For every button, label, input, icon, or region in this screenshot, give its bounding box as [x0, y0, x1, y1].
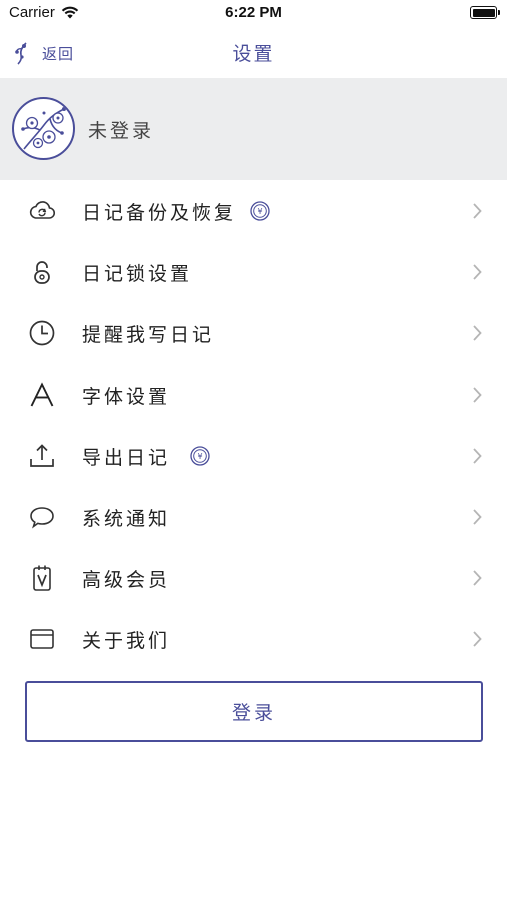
chevron-right-icon: [473, 325, 482, 341]
menu-item-backup-restore[interactable]: 日记备份及恢复 ¥: [0, 180, 507, 241]
chevron-right-icon: [473, 386, 482, 403]
menu-item-label: 日记备份及恢复: [82, 202, 237, 224]
premium-coin-icon: ¥: [250, 201, 270, 221]
menu-item-premium-membership[interactable]: 高级会员: [0, 547, 507, 608]
svg-text:¥: ¥: [197, 452, 202, 461]
premium-coin-icon: ¥: [190, 446, 210, 466]
nav-bar: 返回 设置: [0, 28, 507, 78]
clock-icon: [29, 321, 55, 346]
profile-section[interactable]: 未登录: [0, 78, 507, 180]
chevron-right-icon: [473, 448, 482, 464]
settings-menu: 日记备份及恢复 ¥ 日记锁设置 提醒我写日记 字体设置 导出日记 ¥ 系统通知 …: [0, 180, 507, 670]
chevron-right-icon: [473, 631, 482, 647]
menu-item-label: 系统通知: [82, 507, 171, 530]
font-icon: [30, 381, 54, 406]
menu-item-export[interactable]: 导出日记 ¥: [0, 425, 507, 486]
login-button[interactable]: 登录: [25, 681, 483, 742]
menu-item-font-settings[interactable]: 字体设置: [0, 364, 507, 425]
menu-item-label: 提醒我写日记: [82, 324, 215, 347]
menu-item-about-us[interactable]: 关于我们: [0, 608, 507, 669]
vip-card-icon: [33, 565, 51, 591]
export-icon: [30, 444, 54, 467]
profile-name: 未登录: [88, 120, 155, 142]
status-bar: Carrier 6:22 PM: [0, 0, 507, 28]
svg-text:¥: ¥: [257, 207, 262, 216]
chat-bubble-icon: [30, 507, 54, 529]
cloud-sync-icon: [29, 201, 56, 219]
battery-icon: [470, 6, 500, 19]
chevron-right-icon: [473, 509, 482, 525]
menu-item-label: 导出日记: [82, 446, 171, 469]
chevron-right-icon: [473, 570, 482, 586]
menu-item-diary-lock[interactable]: 日记锁设置: [0, 241, 507, 302]
plum-blossom-avatar-icon: [21, 107, 66, 150]
menu-item-label: 高级会员: [82, 569, 171, 592]
menu-item-reminder[interactable]: 提醒我写日记: [0, 302, 507, 363]
status-time: 6:22 PM: [225, 4, 282, 21]
window-icon: [30, 629, 54, 650]
menu-item-notifications[interactable]: 系统通知: [0, 486, 507, 547]
chevron-right-icon: [473, 203, 482, 219]
page-title: 设置: [232, 43, 275, 65]
avatar: [12, 97, 75, 160]
chevron-right-icon: [473, 264, 482, 280]
menu-item-label: 日记锁设置: [82, 263, 193, 286]
menu-item-label: 关于我们: [82, 630, 171, 653]
login-button-label: 登录: [231, 702, 276, 724]
menu-item-label: 字体设置: [82, 385, 171, 408]
lock-icon: [34, 261, 50, 285]
